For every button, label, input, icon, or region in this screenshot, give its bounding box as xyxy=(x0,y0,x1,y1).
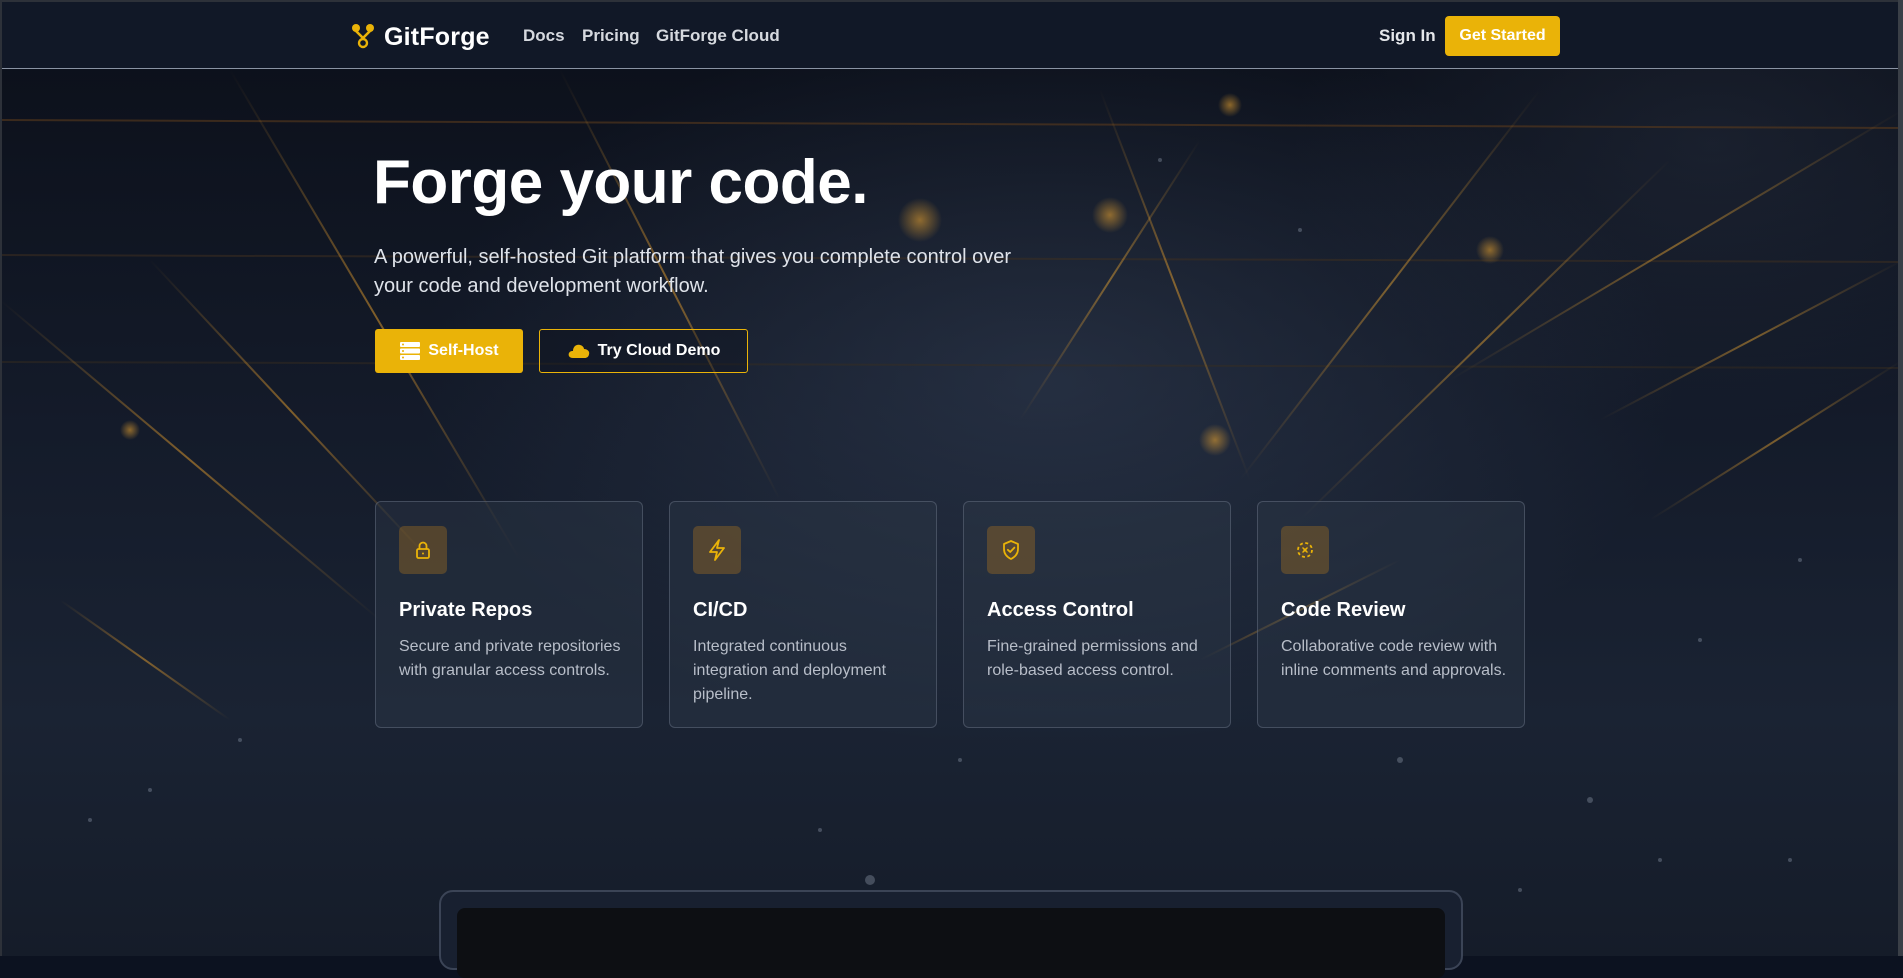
feature-title: Access Control xyxy=(987,599,1134,621)
cloud-icon xyxy=(567,342,591,360)
hero-title: Forge your code. xyxy=(373,148,868,217)
feature-card-access-control[interactable]: Access Control Fine-grained permissions … xyxy=(963,501,1231,728)
feature-description: Collaborative code review with inline co… xyxy=(1281,638,1507,679)
lock-icon xyxy=(399,526,447,574)
window-frame-left xyxy=(0,0,2,956)
self-host-button[interactable]: Self-Host xyxy=(375,329,523,373)
feature-card-ci-cd[interactable]: CI/CD Integrated continuous integration … xyxy=(669,501,937,728)
brand-name: GitForge xyxy=(384,23,490,51)
feature-title: CI/CD xyxy=(693,599,748,621)
nav-link-docs[interactable]: Docs xyxy=(523,26,565,46)
server-icon xyxy=(399,341,421,361)
lightning-icon xyxy=(693,526,741,574)
code-review-icon xyxy=(1281,526,1329,574)
window-scrollbar[interactable] xyxy=(1898,0,1903,956)
shield-check-icon xyxy=(987,526,1035,574)
feature-description: Integrated continuous integration and de… xyxy=(693,638,887,703)
git-branch-icon xyxy=(348,20,378,55)
self-host-label: Self-Host xyxy=(428,342,499,359)
nav-link-pricing[interactable]: Pricing xyxy=(582,26,640,46)
brand-logo[interactable]: GitForge xyxy=(348,20,490,55)
product-preview-screen xyxy=(457,908,1445,978)
feature-title: Code Review xyxy=(1281,599,1406,621)
feature-card-code-review[interactable]: Code Review Collaborative code review wi… xyxy=(1257,501,1525,728)
top-navbar: GitForge Docs Pricing GitForge Cloud Sig… xyxy=(2,2,1898,69)
feature-title: Private Repos xyxy=(399,599,533,621)
nav-link-gitforge-cloud[interactable]: GitForge Cloud xyxy=(656,26,780,46)
background-light-streaks xyxy=(0,69,1903,892)
product-preview-window xyxy=(439,890,1463,978)
sign-in-link[interactable]: Sign In xyxy=(1379,26,1436,46)
hero-background xyxy=(0,0,1903,956)
hero-subtitle: A powerful, self-hosted Git platform tha… xyxy=(374,246,1011,297)
try-cloud-demo-label: Try Cloud Demo xyxy=(597,342,721,359)
feature-description: Fine-grained permissions and role-based … xyxy=(987,638,1198,679)
get-started-button[interactable]: Get Started xyxy=(1445,16,1560,56)
try-cloud-demo-button[interactable]: Try Cloud Demo xyxy=(539,329,748,373)
feature-card-private-repos[interactable]: Private Repos Secure and private reposit… xyxy=(375,501,643,728)
feature-description: Secure and private repositories with gra… xyxy=(399,638,621,679)
